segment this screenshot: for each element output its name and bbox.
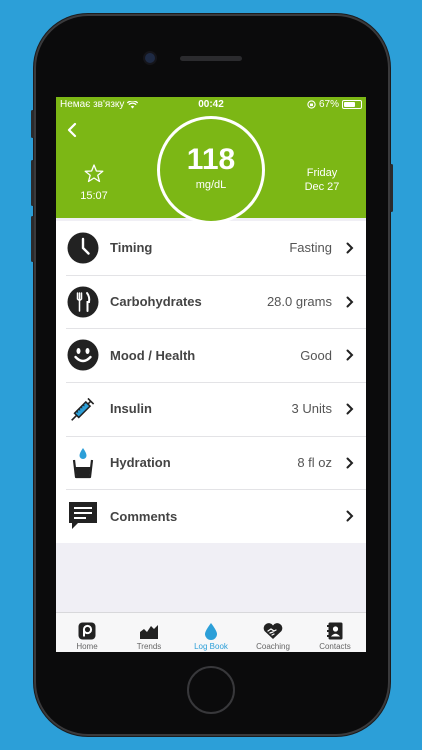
- status-bar: Немає зв'язку 00:42 67%: [56, 97, 366, 112]
- earpiece-speaker: [180, 56, 242, 61]
- tab-label: Home: [76, 642, 98, 651]
- battery-icon: [342, 100, 362, 109]
- entry-label: Carbohydrates: [110, 294, 202, 310]
- trends-icon: [139, 620, 159, 642]
- tab-home[interactable]: Home: [56, 613, 118, 652]
- home-button[interactable]: [187, 666, 235, 714]
- volume-down-button: [31, 216, 34, 262]
- app-screen: Немає зв'язку 00:42 67% 15:07 Friday Dec…: [56, 97, 366, 652]
- entry-row-carbohydrates[interactable]: Carbohydrates 28.0 grams: [56, 274, 366, 329]
- tab-label: Contacts: [319, 642, 351, 651]
- chevron-right-icon: [340, 349, 360, 361]
- fork-knife-icon: [56, 286, 110, 318]
- entry-row-mood[interactable]: Mood / Health Good: [56, 328, 366, 382]
- entry-label: Timing: [110, 240, 153, 256]
- entry-value: Good: [300, 347, 332, 363]
- glucose-reading-circle[interactable]: 118 mg/dL: [157, 116, 265, 224]
- volume-up-button: [31, 160, 34, 206]
- mute-switch: [31, 110, 34, 138]
- front-camera: [145, 53, 155, 63]
- clock-icon: [56, 232, 110, 264]
- reading-date: Dec 27: [304, 181, 340, 193]
- home-icon: [78, 620, 96, 642]
- entry-value: 28.0 grams: [266, 294, 332, 310]
- water-drop-icon: [204, 620, 218, 642]
- battery-fill: [344, 102, 355, 107]
- smiley-icon: [56, 339, 110, 371]
- log-entry-list: Timing Fasting Carbohydrates 28.0 grams: [56, 221, 366, 544]
- chevron-right-icon: [340, 510, 360, 522]
- tab-coaching[interactable]: Coaching: [242, 613, 304, 652]
- reading-time: 15:07: [80, 190, 108, 202]
- entry-value: 8 fl oz: [297, 455, 332, 471]
- entry-row-insulin[interactable]: Insulin 3 Units: [56, 382, 366, 436]
- star-icon[interactable]: [84, 164, 104, 183]
- contacts-icon: [327, 620, 343, 642]
- reading-date-block[interactable]: Friday Dec 27: [292, 166, 352, 194]
- tab-trends[interactable]: Trends: [118, 613, 180, 652]
- entry-label: Insulin: [110, 401, 152, 417]
- glucose-value: 118: [186, 143, 236, 176]
- syringe-icon: [56, 392, 110, 426]
- tab-label: Log Book: [194, 642, 228, 651]
- glucose-unit: mg/dL: [195, 179, 227, 191]
- entry-label: Mood / Health: [110, 347, 196, 363]
- reading-day: Friday: [306, 167, 338, 179]
- tab-label: Coaching: [256, 642, 290, 651]
- chevron-right-icon: [340, 242, 360, 254]
- entry-label: Comments: [110, 508, 178, 524]
- handshake-icon: [262, 620, 284, 642]
- water-glass-icon: [56, 447, 110, 479]
- tab-bar: Home Trends Log Book Coaching Contacts: [56, 612, 366, 652]
- chevron-right-icon: [340, 457, 360, 469]
- entry-row-comments[interactable]: Comments: [56, 489, 366, 543]
- entry-value: 3 Units: [291, 401, 332, 417]
- tab-log-book[interactable]: Log Book: [180, 613, 242, 652]
- power-button: [390, 164, 393, 212]
- entry-row-timing[interactable]: Timing Fasting: [56, 221, 366, 275]
- chevron-right-icon: [340, 403, 360, 415]
- entry-label: Hydration: [110, 455, 171, 471]
- tab-label: Trends: [136, 642, 162, 651]
- entry-value: Fasting: [289, 240, 332, 256]
- status-time: 00:42: [198, 99, 224, 110]
- back-chevron-icon[interactable]: [64, 122, 80, 138]
- tab-contacts[interactable]: Contacts: [304, 613, 366, 652]
- comment-icon: [56, 501, 110, 531]
- favorite-time-block: 15:07: [74, 164, 114, 202]
- entry-row-hydration[interactable]: Hydration 8 fl oz: [56, 435, 366, 490]
- chevron-right-icon: [340, 296, 360, 308]
